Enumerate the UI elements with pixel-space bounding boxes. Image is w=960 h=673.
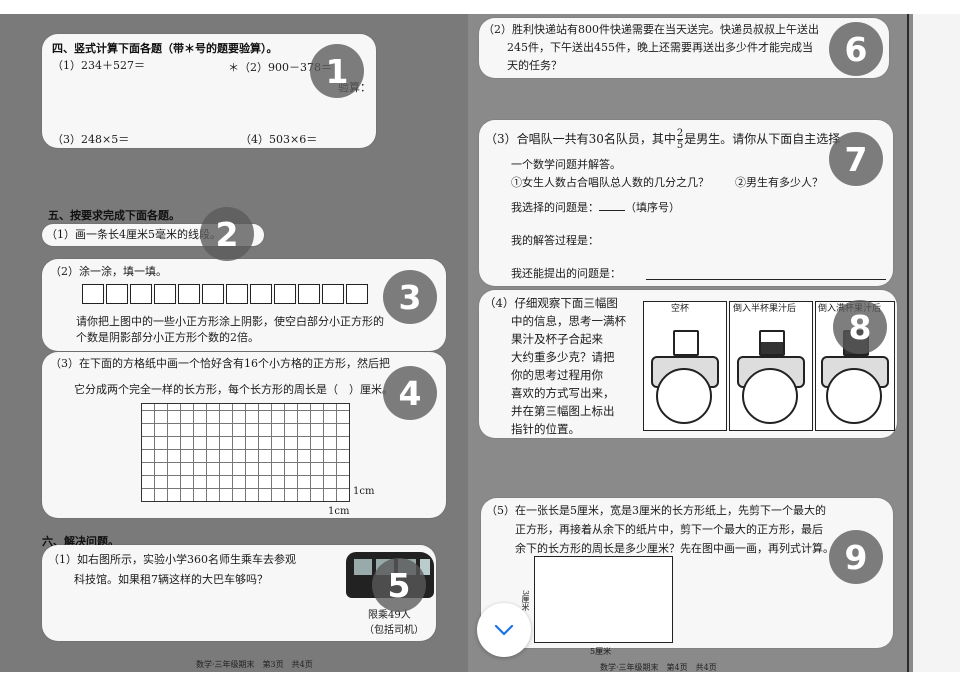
q4-3: （3）248×5＝ bbox=[52, 133, 130, 146]
page-edge bbox=[913, 14, 960, 672]
badge-3: 3 bbox=[383, 270, 437, 324]
r-q3-opt1: ①女生人数占合唱队总人数的几分之几？ bbox=[511, 176, 709, 189]
badge-2: 2 bbox=[200, 207, 254, 261]
half-cup bbox=[759, 330, 785, 356]
badge-6: 6 bbox=[829, 22, 883, 76]
drawing-rectangle[interactable] bbox=[534, 556, 673, 643]
page-divider bbox=[907, 14, 909, 672]
r-q3-text2: 一个数学问题并解答。 bbox=[511, 158, 621, 171]
fraction-numerator: 2 bbox=[676, 128, 684, 140]
bus-label-2: （包括司机） bbox=[364, 625, 424, 636]
r-q5-text3: 余下的长方形的周长是多少厘米？先在图中画一画，再列式计算。 bbox=[515, 542, 834, 555]
square-row[interactable] bbox=[82, 284, 370, 304]
scale-panel-title-2: 倒入半杯果汁后 bbox=[733, 304, 797, 314]
grid-paper[interactable] bbox=[141, 403, 350, 502]
q6-1-text2: 科技馆。如果租7辆这样的大巴车够吗？ bbox=[74, 573, 268, 586]
r-q3-more: 我还能提出的问题是： bbox=[511, 267, 621, 280]
chevron-down-icon bbox=[493, 618, 515, 642]
scale-dial-2 bbox=[742, 368, 798, 424]
section5-heading: 五、按要求完成下面各题。 bbox=[48, 209, 180, 222]
width-label: 3厘米 bbox=[521, 590, 530, 612]
q5-2-title: （2）涂一涂，填一填。 bbox=[50, 265, 167, 278]
r-q5-text1: （5）在一张长是5厘米，宽是3厘米的长方形纸上，先剪下一个最大的 bbox=[486, 504, 826, 517]
scale-dial-1 bbox=[656, 368, 712, 424]
scroll-down-button[interactable] bbox=[477, 603, 531, 657]
grid-unit-label-1: 1cm bbox=[353, 486, 375, 497]
r-q5-text2: 正方形，再接着从余下的纸片中，剪下一个最大的正方形，最后 bbox=[515, 523, 823, 536]
q5-1: （1）画一条长4厘米5毫米的线段。 bbox=[46, 228, 221, 241]
scale-panel-title-1: 空杯 bbox=[671, 304, 690, 314]
r-q2-text3: 天的任务？ bbox=[507, 59, 562, 72]
section4-heading: 四、竖式计算下面各题（带＊号的题要验算）。 bbox=[52, 42, 278, 55]
r-q3-process: 我的解答过程是： bbox=[511, 234, 599, 247]
r-q2-text1: （2）胜利快递站有800件快递需要在当天送完。快递员叔叔上午送出 bbox=[483, 23, 819, 36]
q5-3-text1: （3）在下面的方格纸中画一个恰好含有16个小方格的正方形，然后把 bbox=[50, 357, 390, 370]
empty-cup bbox=[673, 330, 699, 356]
badge-4: 4 bbox=[383, 366, 437, 420]
left-page-footer: 数学·三年级期末 第3页 共4页 bbox=[196, 660, 313, 669]
badge-5: 5 bbox=[372, 558, 426, 612]
grid-unit-label-2: 1cm bbox=[328, 506, 350, 517]
r-q3-select: 我选择的问题是： （填序号） bbox=[511, 201, 680, 214]
badge-9: 9 bbox=[829, 530, 883, 584]
fraction-denominator: 5 bbox=[676, 140, 684, 151]
q5-2-text2: 个数是阴影部分小正方形个数的2倍。 bbox=[76, 331, 259, 344]
r-q3-opt2: ②男生有多少人？ bbox=[735, 176, 823, 189]
badge-1: 1 bbox=[310, 44, 364, 98]
badge-7: 7 bbox=[829, 132, 883, 186]
r-q3-line1: （3）合唱队一共有30名队员，其中 2 5 是男生。请你从下面自主选择 bbox=[485, 128, 841, 151]
q5-3-text2: 它分成两个完全一样的长方形，每个长方形的周长是（ ）厘米。 bbox=[74, 383, 393, 396]
select-blank[interactable] bbox=[599, 210, 625, 211]
q6-1-text1: （1）如右图所示，实验小学360名师生乘车去参观 bbox=[48, 553, 296, 566]
q5-2-text1: 请你把上图中的一些小正方形涂上阴影，使空白部分小正方形的 bbox=[76, 315, 384, 328]
scale-dial-3[interactable] bbox=[826, 368, 882, 424]
more-question-line[interactable] bbox=[646, 279, 886, 280]
q4-1: （1）234＋527＝ bbox=[52, 59, 145, 72]
right-page-footer: 数学·三年级期末 第4页 共4页 bbox=[600, 663, 717, 672]
q4-4: （4）503×6＝ bbox=[240, 133, 318, 146]
r-q2-text2: 245件，下午送出455件，晚上还需要再送出多少件才能完成当 bbox=[507, 41, 813, 54]
length-label: 5厘米 bbox=[590, 647, 612, 656]
badge-8: 8 bbox=[833, 300, 887, 354]
